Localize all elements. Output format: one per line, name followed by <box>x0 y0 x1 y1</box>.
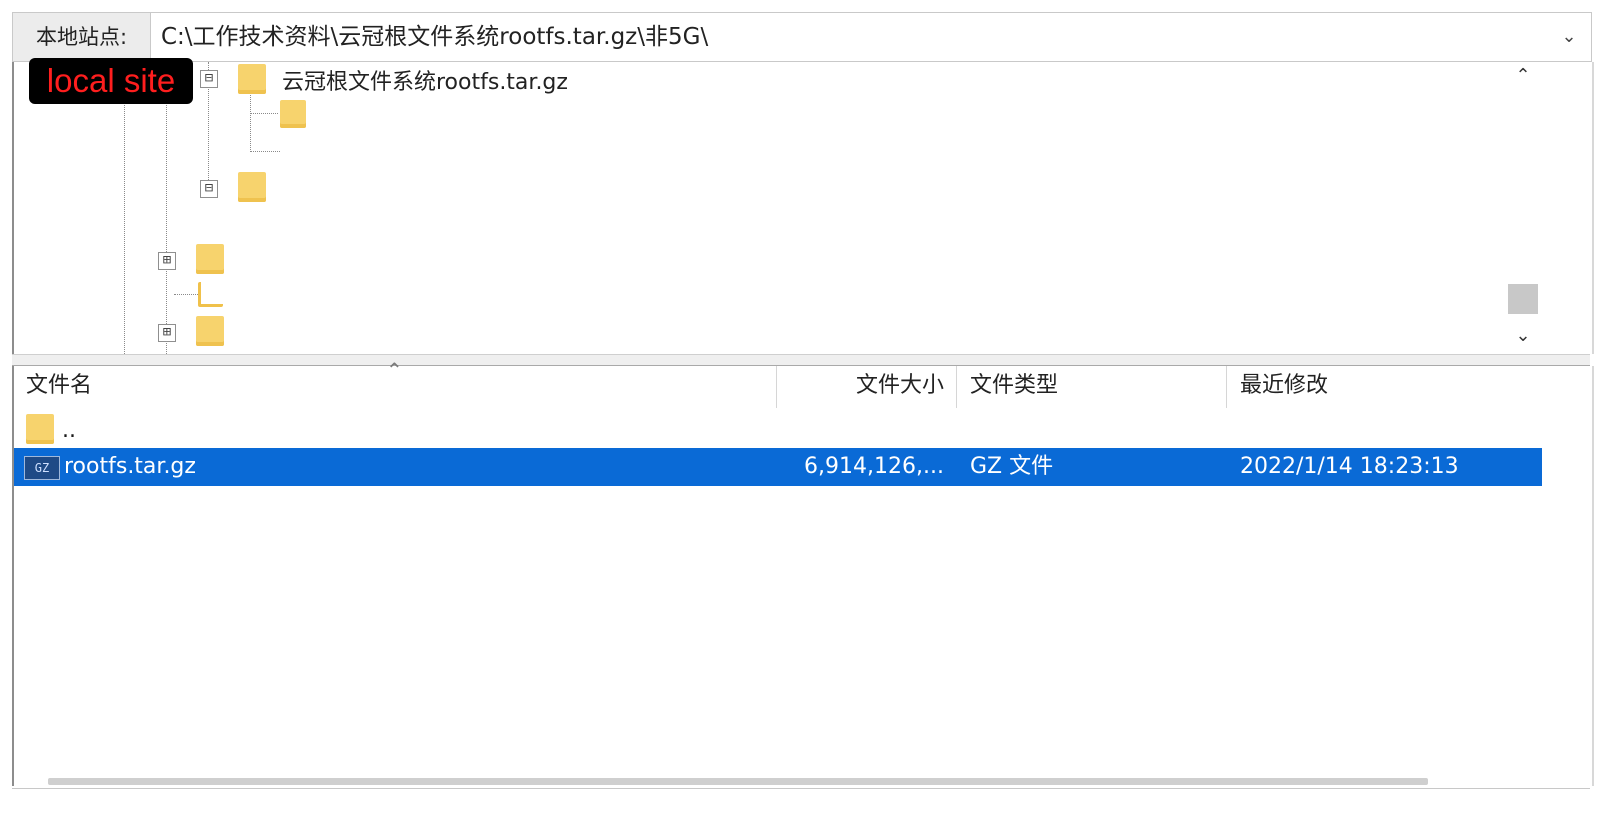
chevron-down-icon[interactable]: ⌄ <box>1557 25 1581 49</box>
local-directory-tree[interactable]: ⊟ 云冠根文件系统rootfs.tar.gz ⊟ ⊞ ⊞ <box>12 62 1594 354</box>
column-header-filesize[interactable]: 文件大小 <box>776 366 944 406</box>
folder-icon <box>238 64 266 94</box>
folder-icon[interactable] <box>280 100 306 128</box>
folder-outline-icon[interactable] <box>198 282 223 307</box>
expand-toggle-icon[interactable]: ⊞ <box>158 252 176 270</box>
file-type-cell: GZ 文件 <box>970 454 1054 479</box>
file-name-cell: rootfs.tar.gz <box>64 454 196 479</box>
tree-guide-line <box>250 151 280 152</box>
tree-item-rootfs-folder[interactable]: 云冠根文件系统rootfs.tar.gz <box>282 64 568 96</box>
folder-icon[interactable] <box>238 172 266 202</box>
scrollbar-thumb[interactable] <box>1508 284 1538 314</box>
tree-guide-line <box>124 62 125 354</box>
tree-guide-line <box>250 113 278 114</box>
list-horizontal-scrollbar[interactable] <box>48 778 1428 785</box>
folder-icon[interactable] <box>196 316 224 346</box>
folder-icon <box>26 414 54 444</box>
scroll-down-icon[interactable]: ⌄ <box>1508 322 1538 350</box>
scroll-up-icon[interactable]: ⌃ <box>1508 62 1538 90</box>
sort-ascending-icon: ⌃ <box>386 358 403 382</box>
folder-icon[interactable] <box>196 244 224 274</box>
file-size-cell: 6,914,126,... <box>804 454 944 479</box>
column-divider[interactable] <box>1226 366 1227 408</box>
column-header-filetype[interactable]: 文件类型 <box>970 366 1058 406</box>
column-divider[interactable] <box>956 366 957 408</box>
collapse-toggle-icon[interactable]: ⊟ <box>200 180 218 198</box>
local-path-input[interactable]: C:\工作技术资料\云冠根文件系统rootfs.tar.gz\非5G\ <box>161 13 708 61</box>
local-file-list[interactable]: ⌃ 文件名 文件大小 文件类型 最近修改 .. GZ rootfs.tar.gz… <box>12 358 1594 786</box>
gz-archive-icon: GZ <box>24 456 60 480</box>
pane-bottom-border <box>12 788 1590 789</box>
column-header-modified[interactable]: 最近修改 <box>1240 366 1328 406</box>
tree-vertical-scrollbar[interactable]: ⌃ ⌄ <box>1508 62 1538 352</box>
local-site-label: 本地站点: <box>13 13 151 61</box>
file-list-row[interactable]: .. <box>14 412 1542 450</box>
file-list-row-selected[interactable]: GZ rootfs.tar.gz 6,914,126,... GZ 文件 202… <box>14 448 1542 486</box>
tree-guide-line <box>250 90 251 152</box>
local-site-path-bar: 本地站点: C:\工作技术资料\云冠根文件系统rootfs.tar.gz\非5G… <box>12 12 1592 62</box>
file-name-cell: .. <box>62 418 76 443</box>
collapse-toggle-icon[interactable]: ⊟ <box>200 70 218 88</box>
local-site-annotation-badge: local site <box>29 58 193 104</box>
column-header-filename[interactable]: 文件名 <box>26 366 92 406</box>
tree-guide-line <box>166 62 167 354</box>
file-modified-cell: 2022/1/14 18:23:13 <box>1240 454 1459 479</box>
expand-toggle-icon[interactable]: ⊞ <box>158 324 176 342</box>
